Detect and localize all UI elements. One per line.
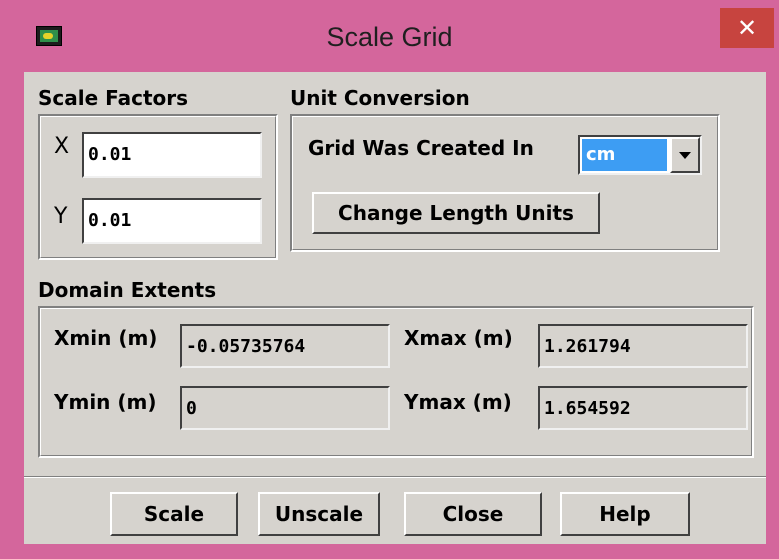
dialog-body: Scale Factors X 0.01 Y 0.01 Unit Convers… [24,72,766,544]
title-bar[interactable]: Scale Grid ✕ [0,0,779,72]
x-factor-label: X [54,134,70,159]
chevron-down-icon [679,152,691,159]
y-factor-input[interactable]: 0.01 [82,198,262,244]
window-title: Scale Grid [326,22,453,52]
grid-created-in-label: Grid Was Created In [308,136,534,160]
ymin-label: Ymin (m) [54,390,157,414]
close-button[interactable]: Close [404,492,542,536]
scale-button[interactable]: Scale [110,492,238,536]
y-factor-label: Y [54,204,68,229]
help-button[interactable]: Help [560,492,690,536]
xmax-label: Xmax (m) [404,326,513,350]
domain-extents-heading: Domain Extents [38,278,217,302]
close-icon: ✕ [736,14,758,42]
unit-conversion-heading: Unit Conversion [290,86,470,110]
grid-units-selected-value: cm [582,139,667,171]
close-window-button[interactable]: ✕ [720,8,774,48]
domain-extents-group: Xmin (m) -0.05735764 Xmax (m) 1.261794 Y… [38,306,754,458]
x-factor-input[interactable]: 0.01 [82,132,262,178]
ymax-value: 1.654592 [538,386,748,430]
grid-units-select[interactable]: cm [578,135,702,175]
xmax-value: 1.261794 [538,324,748,368]
scale-grid-dialog: Scale Grid ✕ Scale Factors X 0.01 Y 0.01… [0,0,779,559]
dropdown-arrow-button[interactable] [670,137,700,173]
xmin-label: Xmin (m) [54,326,158,350]
button-separator [24,476,766,478]
change-length-units-button[interactable]: Change Length Units [312,192,600,234]
scale-factors-heading: Scale Factors [38,86,189,110]
unscale-button[interactable]: Unscale [258,492,380,536]
ymin-value: 0 [180,386,390,430]
scale-factors-group: X 0.01 Y 0.01 [38,114,278,260]
ymax-label: Ymax (m) [404,390,512,414]
xmin-value: -0.05735764 [180,324,390,368]
